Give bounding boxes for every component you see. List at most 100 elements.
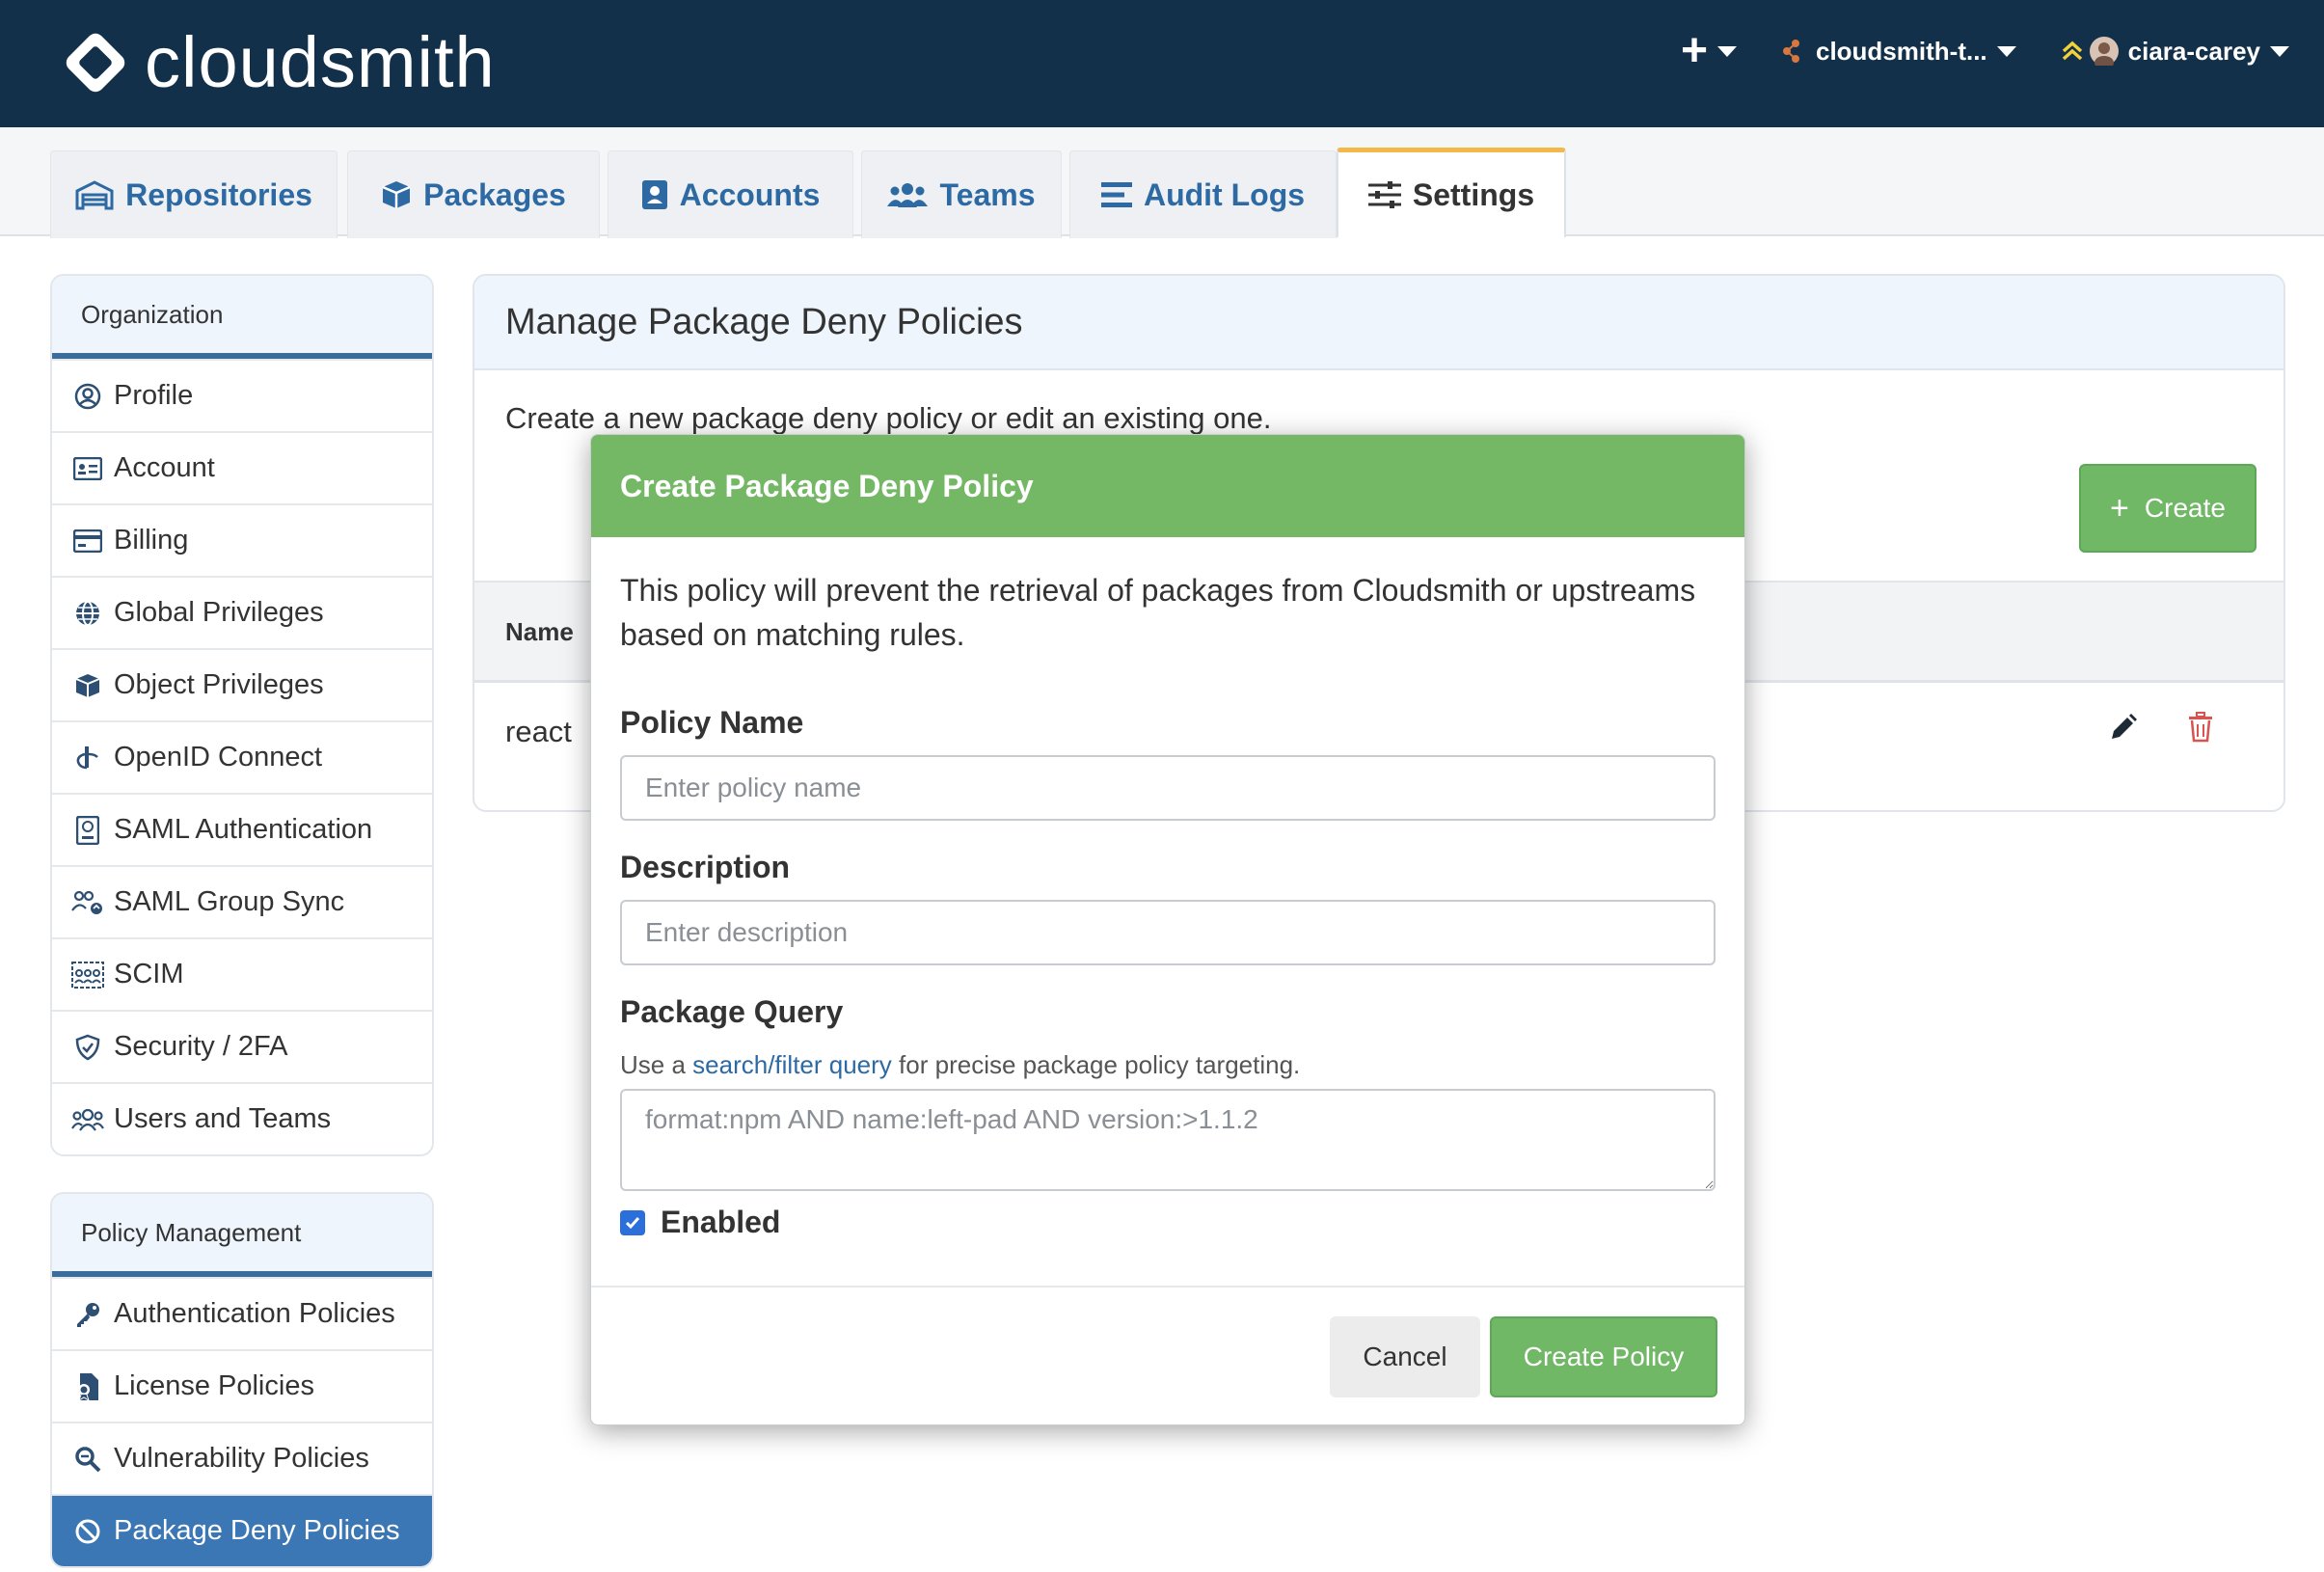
credit-card-icon — [71, 529, 104, 553]
modal-title: Create Package Deny Policy — [591, 435, 1744, 537]
cloudsmith-logo[interactable]: cloudsmith — [62, 21, 496, 104]
globe-icon — [71, 600, 104, 627]
sidebar-item-label: Security / 2FA — [114, 1031, 288, 1062]
sidebar-item-label: Global Privileges — [114, 597, 324, 628]
trash-icon[interactable] — [2187, 712, 2214, 747]
sidebar-policy-management: Policy Management Authentication Policie… — [50, 1192, 434, 1568]
sidebar-item-security-2fa[interactable]: Security / 2FA — [52, 1010, 432, 1082]
enabled-checkbox-row[interactable]: Enabled — [620, 1205, 780, 1240]
description-label: Description — [620, 850, 791, 884]
help-prefix: Use a — [620, 1050, 686, 1079]
key-icon — [71, 1301, 104, 1328]
user-menu[interactable]: ciara-carey — [2061, 37, 2289, 67]
create-policy-button[interactable]: + Create — [2079, 464, 2256, 553]
sidebar-item-package-deny-policies[interactable]: Package Deny Policies — [52, 1494, 432, 1566]
help-suffix: for precise package policy targeting. — [899, 1050, 1301, 1079]
top-right-menu: + cloudsmith-t... ciara-carey — [1636, 27, 2289, 75]
sidebar-item-label: Package Deny Policies — [114, 1515, 400, 1546]
chevron-down-icon — [2270, 45, 2289, 57]
page-title: Manage Package Deny Policies — [474, 276, 2283, 370]
enabled-checkbox[interactable] — [620, 1209, 645, 1235]
modal-description: This policy will prevent the retrieval o… — [620, 573, 1696, 652]
sidebar-item-vulnerability-policies[interactable]: Vulnerability Policies — [52, 1422, 432, 1494]
plus-icon: + — [2110, 489, 2129, 527]
sidebar-item-label: Account — [114, 452, 215, 483]
sidebar-item-license-policies[interactable]: License Policies — [52, 1349, 432, 1422]
policy-name-input[interactable] — [620, 755, 1716, 821]
sidebar-section-title: Organization — [52, 276, 432, 359]
description-input[interactable] — [620, 900, 1716, 965]
sidebar-item-label: License Policies — [114, 1370, 314, 1401]
sidebar-item-label: Object Privileges — [114, 669, 324, 700]
package-icon — [381, 179, 412, 210]
sidebar-item-openid-connect[interactable]: OpenID Connect — [52, 720, 432, 793]
tab-audit-logs[interactable]: Audit Logs — [1069, 150, 1337, 238]
rank-chevron-icon — [2061, 40, 2084, 63]
workspace-label: cloudsmith-t... — [1815, 36, 1987, 66]
sidebar-item-saml-authentication[interactable]: SAML Authentication — [52, 793, 432, 865]
enabled-label: Enabled — [661, 1205, 781, 1239]
scim-icon — [71, 961, 104, 989]
sidebar-item-label: SAML Authentication — [114, 814, 373, 845]
column-header-name: Name — [505, 617, 574, 646]
contact-card-icon — [641, 179, 668, 210]
sliders-icon — [1367, 180, 1401, 209]
logo-text: cloudsmith — [145, 22, 496, 102]
card-intro-text: Create a new package deny policy or edit… — [505, 401, 1272, 435]
add-menu-button[interactable]: + — [1681, 28, 1737, 74]
sidebar-item-global-privileges[interactable]: Global Privileges — [52, 576, 432, 648]
license-icon — [71, 1372, 104, 1401]
sidebar-item-label: SCIM — [114, 959, 184, 989]
tab-accounts[interactable]: Accounts — [608, 150, 853, 238]
warehouse-icon — [75, 179, 114, 210]
user-label: ciara-carey — [2127, 36, 2260, 66]
users-icon — [887, 180, 929, 209]
sidebar-item-label: Users and Teams — [114, 1103, 332, 1134]
pencil-icon[interactable] — [2108, 712, 2139, 747]
shield-icon — [71, 1034, 104, 1061]
package-query-help: Use a search/filter query for precise pa… — [620, 1050, 1300, 1080]
cancel-button[interactable]: Cancel — [1330, 1316, 1480, 1397]
chevron-down-icon — [1996, 45, 2016, 57]
sidebar-item-object-privileges[interactable]: Object Privileges — [52, 648, 432, 720]
tab-packages[interactable]: Packages — [347, 150, 600, 238]
sidebar-item-account[interactable]: Account — [52, 431, 432, 503]
workspace-icon — [1781, 39, 1802, 64]
tab-repositories[interactable]: Repositories — [50, 150, 338, 238]
sidebar-item-label: OpenID Connect — [114, 742, 323, 772]
user-circle-icon — [71, 383, 104, 410]
sidebar-organization: Organization Profile Account Billing Glo… — [50, 274, 434, 1156]
tab-label: Settings — [1412, 176, 1535, 212]
sidebar-item-users-and-teams[interactable]: Users and Teams — [52, 1082, 432, 1154]
modal-footer: Cancel Create Policy — [591, 1286, 1744, 1424]
policy-name-cell: react — [505, 715, 572, 748]
sidebar-item-scim[interactable]: SCIM — [52, 937, 432, 1010]
search-filter-query-link[interactable]: search/filter query — [692, 1050, 892, 1079]
create-policy-modal: Create Package Deny Policy This policy w… — [590, 434, 1745, 1425]
tab-teams[interactable]: Teams — [861, 150, 1062, 238]
sidebar-item-label: Profile — [114, 380, 194, 411]
tab-label: Teams — [939, 176, 1036, 212]
tab-settings[interactable]: Settings — [1337, 148, 1566, 237]
workspace-selector[interactable]: cloudsmith-t... — [1781, 37, 2016, 67]
sidebar-item-billing[interactable]: Billing — [52, 503, 432, 576]
sidebar-section-title: Policy Management — [52, 1194, 432, 1277]
group-sync-icon — [71, 889, 104, 916]
package-query-label: Package Query — [620, 994, 844, 1029]
id-card-icon — [71, 456, 104, 480]
package-query-textarea[interactable] — [620, 1089, 1716, 1191]
sidebar-item-profile[interactable]: Profile — [52, 359, 432, 431]
sidebar-item-label: Billing — [114, 525, 189, 556]
sidebar-item-label: Vulnerability Policies — [114, 1443, 369, 1474]
openid-icon — [71, 745, 104, 772]
cube-icon — [71, 672, 104, 699]
sidebar-item-label: SAML Group Sync — [114, 886, 345, 917]
create-policy-submit-button[interactable]: Create Policy — [1490, 1316, 1717, 1397]
sidebar-item-authentication-policies[interactable]: Authentication Policies — [52, 1277, 432, 1349]
tab-label: Audit Logs — [1143, 176, 1306, 212]
magnifier-icon — [71, 1446, 104, 1473]
avatar — [2089, 37, 2119, 66]
sidebar-item-saml-group-sync[interactable]: SAML Group Sync — [52, 865, 432, 937]
tab-label: Repositories — [125, 176, 312, 212]
tab-label: Packages — [423, 176, 566, 212]
